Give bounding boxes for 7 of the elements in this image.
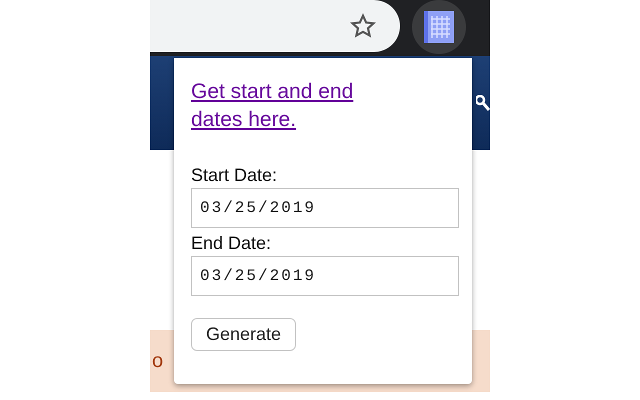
dates-link[interactable]: Get start and end dates here. <box>191 78 401 134</box>
date-field[interactable]: 03/25/2019 <box>191 188 459 228</box>
generate-button[interactable]: Generate <box>191 318 296 351</box>
banner-text: o <box>152 350 164 372</box>
date-field[interactable]: 03/25/2019 <box>191 256 459 296</box>
field-label: Start Date: <box>191 164 278 186</box>
field-label: End Date: <box>191 232 272 254</box>
